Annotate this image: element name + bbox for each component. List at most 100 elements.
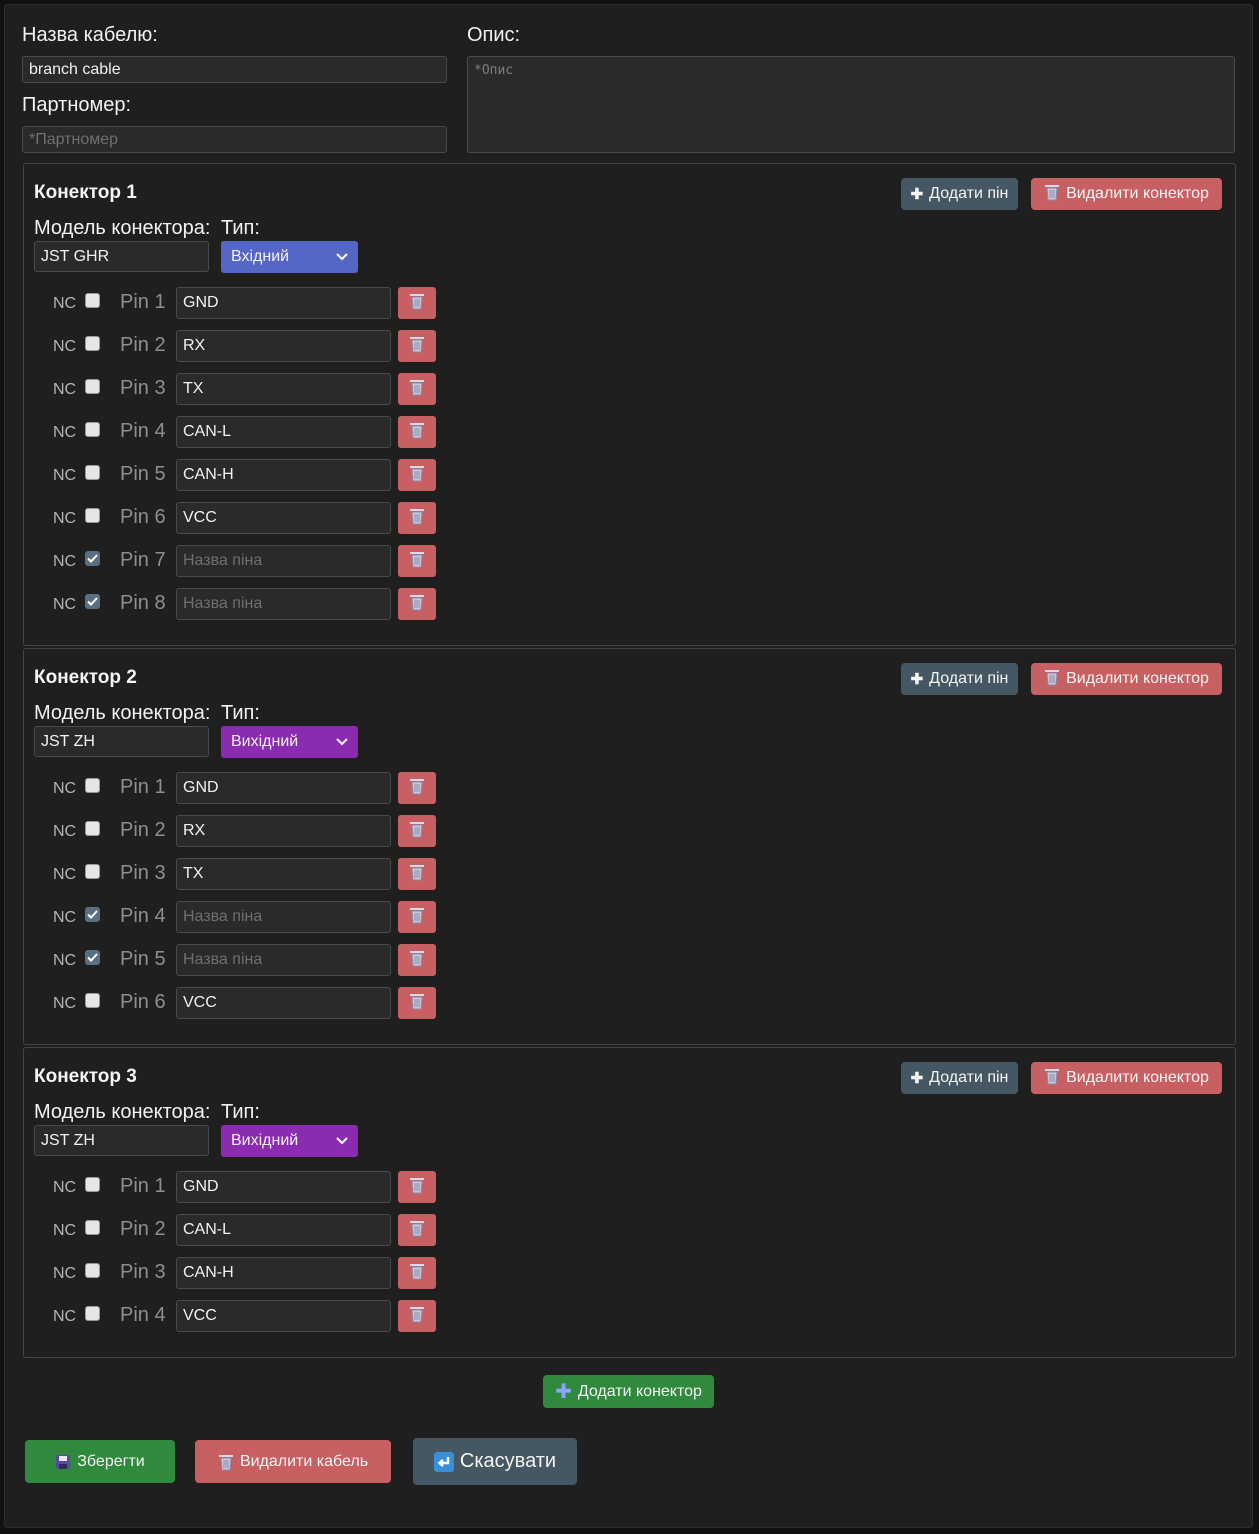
connector-model-input[interactable] — [34, 241, 209, 272]
delete-pin-button[interactable] — [398, 588, 436, 620]
add-pin-button[interactable]: ✚ Додати пін — [901, 1062, 1018, 1094]
trash-icon — [409, 1305, 425, 1328]
nc-checkbox[interactable] — [85, 465, 100, 480]
pin-name-input[interactable] — [176, 901, 391, 933]
pin-row: NC Pin 5 — [24, 944, 444, 978]
delete-pin-button[interactable] — [398, 858, 436, 890]
return-arrow-icon — [433, 1451, 454, 1472]
pin-row: NC Pin 3 — [24, 1257, 444, 1291]
delete-pin-button[interactable] — [398, 987, 436, 1019]
nc-checkbox[interactable] — [85, 422, 100, 437]
nc-checkbox[interactable] — [85, 864, 100, 879]
pin-label: Pin 2 — [120, 1218, 166, 1240]
pin-name-input[interactable] — [176, 330, 391, 362]
save-label: Зберегти — [77, 1452, 145, 1470]
nc-checkbox[interactable] — [85, 907, 100, 922]
pin-name-input[interactable] — [176, 944, 391, 976]
cable-name-input[interactable] — [22, 56, 447, 83]
add-pin-button[interactable]: ✚ Додати пін — [901, 178, 1018, 210]
delete-pin-button[interactable] — [398, 1300, 436, 1332]
delete-pin-button[interactable] — [398, 901, 436, 933]
trash-icon — [409, 906, 425, 929]
delete-pin-button[interactable] — [398, 502, 436, 534]
delete-pin-button[interactable] — [398, 545, 436, 577]
nc-checkbox[interactable] — [85, 1220, 100, 1235]
delete-pin-button[interactable] — [398, 416, 436, 448]
connector-type-select[interactable]: Вихідний — [221, 1125, 358, 1157]
nc-label: NC — [53, 510, 77, 527]
pin-name-input[interactable] — [176, 858, 391, 890]
nc-checkbox[interactable] — [85, 821, 100, 836]
pin-name-input[interactable] — [176, 545, 391, 577]
pin-name-input[interactable] — [176, 416, 391, 448]
nc-checkbox[interactable] — [85, 993, 100, 1008]
delete-cable-label: Видалити кабель — [239, 1452, 369, 1470]
add-pin-button[interactable]: ✚ Додати пін — [901, 663, 1018, 695]
pin-name-input[interactable] — [176, 502, 391, 534]
delete-pin-button[interactable] — [398, 373, 436, 405]
nc-checkbox[interactable] — [85, 950, 100, 965]
trash-icon — [409, 992, 425, 1015]
nc-checkbox[interactable] — [85, 778, 100, 793]
nc-label: NC — [53, 866, 77, 883]
delete-pin-button[interactable] — [398, 944, 436, 976]
delete-connector-button[interactable]: Видалити конектор — [1031, 178, 1222, 210]
cancel-button[interactable]: Скасувати — [413, 1438, 577, 1485]
plus-icon: ✚ — [910, 186, 924, 203]
delete-pin-button[interactable] — [398, 287, 436, 319]
delete-pin-button[interactable] — [398, 330, 436, 362]
pin-row: NC Pin 6 — [24, 987, 444, 1021]
description-textarea[interactable] — [467, 56, 1235, 153]
delete-cable-button[interactable]: Видалити кабель — [195, 1440, 391, 1483]
add-connector-button[interactable]: ✚ Додати конектор — [543, 1375, 714, 1408]
nc-checkbox[interactable] — [85, 1306, 100, 1321]
pin-label: Pin 5 — [120, 463, 166, 485]
nc-checkbox[interactable] — [85, 1263, 100, 1278]
pin-row: NC Pin 3 — [24, 373, 444, 407]
trash-icon — [409, 593, 425, 616]
nc-checkbox[interactable] — [85, 508, 100, 523]
pin-name-input[interactable] — [176, 815, 391, 847]
pin-name-input[interactable] — [176, 987, 391, 1019]
delete-pin-button[interactable] — [398, 1257, 436, 1289]
add-pin-label: Додати пін — [929, 185, 1009, 202]
nc-label: NC — [53, 823, 77, 840]
pin-row: NC Pin 2 — [24, 330, 444, 364]
pin-name-input[interactable] — [176, 1214, 391, 1246]
pin-name-input[interactable] — [176, 459, 391, 491]
pin-name-input[interactable] — [176, 1171, 391, 1203]
pin-label: Pin 1 — [120, 1175, 166, 1197]
pin-name-input[interactable] — [176, 772, 391, 804]
connector-type-select[interactable]: Вхідний — [221, 241, 358, 273]
connector-type-select[interactable]: Вихідний — [221, 726, 358, 758]
nc-checkbox[interactable] — [85, 293, 100, 308]
nc-checkbox[interactable] — [85, 336, 100, 351]
delete-pin-button[interactable] — [398, 1171, 436, 1203]
pin-name-input[interactable] — [176, 373, 391, 405]
trash-icon — [409, 949, 425, 972]
pin-name-input[interactable] — [176, 588, 391, 620]
nc-label: NC — [53, 424, 77, 441]
nc-checkbox[interactable] — [85, 379, 100, 394]
delete-pin-button[interactable] — [398, 1214, 436, 1246]
connector-model-input[interactable] — [34, 1125, 209, 1156]
pin-name-input[interactable] — [176, 1300, 391, 1332]
delete-connector-button[interactable]: Видалити конектор — [1031, 663, 1222, 695]
nc-checkbox[interactable] — [85, 594, 100, 609]
nc-checkbox[interactable] — [85, 551, 100, 566]
connector-model-label: Модель конектора: — [34, 217, 211, 239]
delete-pin-button[interactable] — [398, 772, 436, 804]
save-button[interactable]: Зберегти — [25, 1440, 175, 1483]
delete-connector-button[interactable]: Видалити конектор — [1031, 1062, 1222, 1094]
pin-row: NC Pin 4 — [24, 901, 444, 935]
nc-checkbox[interactable] — [85, 1177, 100, 1192]
trash-icon — [409, 464, 425, 487]
part-number-input[interactable] — [22, 126, 447, 153]
delete-pin-button[interactable] — [398, 815, 436, 847]
pin-name-input[interactable] — [176, 1257, 391, 1289]
pin-label: Pin 3 — [120, 862, 166, 884]
pin-name-input[interactable] — [176, 287, 391, 319]
connector-model-input[interactable] — [34, 726, 209, 757]
nc-label: NC — [53, 1222, 77, 1239]
delete-pin-button[interactable] — [398, 459, 436, 491]
